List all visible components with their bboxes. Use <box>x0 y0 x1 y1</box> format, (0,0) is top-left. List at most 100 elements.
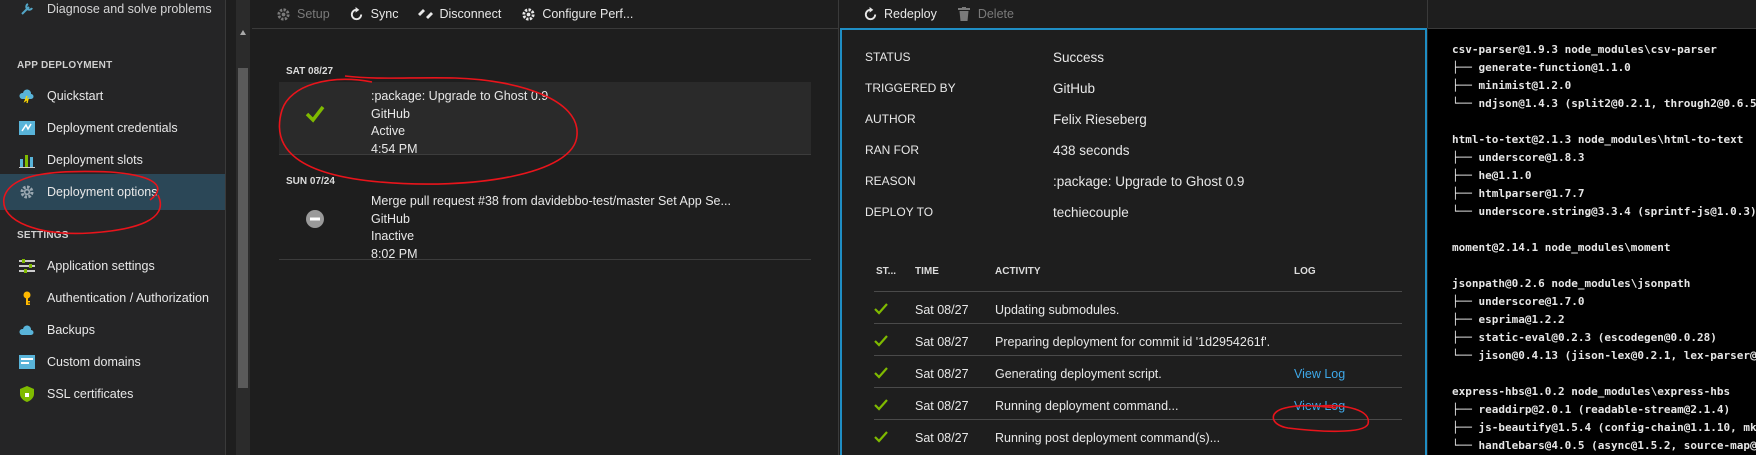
log-line: jsonpath@0.2.6 node_modules\jsonpath <box>1452 277 1691 290</box>
sidebar-item-label: Quickstart <box>47 89 104 103</box>
activity-time: Sat 08/27 <box>915 431 969 445</box>
deployments-toolbar: Setup Sync Disconnect Configure Perf... <box>275 0 652 28</box>
key-icon <box>17 288 37 308</box>
sidebar-item-label: Deployment options <box>47 185 158 199</box>
date-group-header: SAT 08/27 <box>286 66 334 77</box>
redeploy-icon <box>862 6 878 22</box>
activity-text: Preparing deployment for commit id '1d29… <box>995 335 1271 349</box>
shield-icon <box>17 384 37 404</box>
sidebar-item-authentication[interactable]: Authentication / Authorization <box>0 280 225 316</box>
sidebar-item-deployment-credentials[interactable]: Deployment credentials <box>0 110 225 146</box>
triggered-by-value: GitHub <box>1053 81 1096 96</box>
column-header-status[interactable]: ST... <box>876 266 896 277</box>
gear-icon <box>17 182 37 202</box>
setup-button[interactable]: Setup <box>275 6 330 22</box>
credentials-icon <box>17 118 37 138</box>
activity-row: Sat 08/27 Generating deployment script. … <box>874 355 1402 391</box>
backup-cloud-icon <box>17 320 37 340</box>
activity-text: Running post deployment command(s)... <box>995 431 1221 445</box>
reason-value: :package: Upgrade to Ghost 0.9 <box>1053 174 1245 189</box>
disconnect-button[interactable]: Disconnect <box>417 6 501 22</box>
column-header-log[interactable]: LOG <box>1294 266 1316 277</box>
date-group-header: SUN 07/24 <box>286 176 335 187</box>
sidebar-item-label: Authentication / Authorization <box>47 291 209 305</box>
ran-for-value: 438 seconds <box>1053 143 1130 158</box>
view-log-link[interactable]: View Log <box>1294 367 1345 381</box>
log-line: ├── js-beautify@1.5.4 (config-chain@1.1.… <box>1452 421 1756 434</box>
reason-label: REASON <box>865 174 916 188</box>
wrench-icon <box>17 0 37 19</box>
author-label: AUTHOR <box>865 112 916 126</box>
log-line: csv-parser@1.9.3 node_modules\csv-parser <box>1452 43 1717 56</box>
sidebar-item-label: Deployment credentials <box>47 121 178 135</box>
sync-button[interactable]: Sync <box>349 6 398 22</box>
deployment-state: Inactive <box>371 229 415 243</box>
sidebar-item-deployment-options[interactable]: Deployment options <box>0 174 225 210</box>
log-line: ├── static-eval@0.2.3 (escodegen@0.0.28) <box>1452 331 1717 344</box>
settings-list-icon <box>17 256 37 276</box>
deployment-time: 4:54 PM <box>371 141 418 156</box>
log-line: express-hbs@1.0.2 node_modules\express-h… <box>1452 385 1731 398</box>
activity-text: Running deployment command... <box>995 399 1179 413</box>
sync-icon <box>349 6 365 22</box>
sidebar-item-quickstart[interactable]: Quickstart <box>0 78 225 114</box>
deployment-item-inactive[interactable]: Merge pull request #38 from davidebbo-te… <box>279 187 811 261</box>
deployment-source: GitHub <box>371 106 410 121</box>
sidebar-item-label: Custom domains <box>47 355 141 369</box>
configure-performance-button[interactable]: Configure Perf... <box>520 6 633 22</box>
deployment-title: Merge pull request #38 from davidebbo-te… <box>371 194 731 208</box>
slots-icon <box>17 150 37 170</box>
log-line: ├── minimist@1.2.0 <box>1452 79 1572 92</box>
log-line: ├── readdirp@2.0.1 (readable-stream@2.1.… <box>1452 403 1731 416</box>
scroll-up-arrow-icon[interactable] <box>240 30 246 35</box>
activity-row: Sat 08/27 Updating submodules. <box>874 291 1402 327</box>
disconnect-icon <box>417 6 434 22</box>
log-line: ├── underscore@1.7.0 <box>1452 295 1585 308</box>
sidebar-item-deployment-slots[interactable]: Deployment slots <box>0 142 225 178</box>
panel-divider <box>838 0 839 455</box>
status-value: Success <box>1053 50 1105 65</box>
redeploy-button[interactable]: Redeploy <box>862 6 937 22</box>
log-line: ├── htmlparser@1.7.7 <box>1452 187 1585 200</box>
activity-time: Sat 08/27 <box>915 399 969 413</box>
log-line: ├── he@1.1.0 <box>1452 169 1532 182</box>
log-line: ├── generate-function@1.1.0 <box>1452 61 1631 74</box>
deploy-to-label: DEPLOY TO <box>865 205 934 219</box>
checkmark-icon <box>874 431 894 445</box>
checkmark-icon <box>874 399 894 413</box>
sidebar-item-ssl-certificates[interactable]: SSL certificates <box>0 376 225 412</box>
activity-time: Sat 08/27 <box>915 335 969 349</box>
deployment-title: :package: Upgrade to Ghost 0.9 <box>371 89 549 103</box>
sidebar-item-backups[interactable]: Backups <box>0 312 225 348</box>
log-line: moment@2.14.1 node_modules\moment <box>1452 241 1671 254</box>
column-header-time[interactable]: TIME <box>915 266 939 277</box>
sidebar-scrollbar[interactable] <box>236 0 250 455</box>
sidebar-item-custom-domains[interactable]: Custom domains <box>0 344 225 380</box>
delete-button[interactable]: Delete <box>956 6 1014 22</box>
log-output-panel: csv-parser@1.9.3 node_modules\csv-parser… <box>1428 28 1756 455</box>
section-app-deployment: APP DEPLOYMENT <box>17 60 113 71</box>
activity-time: Sat 08/27 <box>915 303 969 317</box>
log-line: html-to-text@2.1.3 node_modules\html-to-… <box>1452 133 1744 146</box>
activity-text: Updating submodules. <box>995 303 1120 317</box>
sidebar-item-label: SSL certificates <box>47 387 134 401</box>
sidebar-scrollbar-thumb[interactable] <box>238 68 248 388</box>
sidebar-item-label: Application settings <box>47 259 155 273</box>
sidebar-item-application-settings[interactable]: Application settings <box>0 248 225 284</box>
inactive-circle-icon <box>303 207 327 231</box>
domains-icon <box>17 352 37 372</box>
author-value: Felix Rieseberg <box>1053 112 1147 127</box>
deployment-list: SAT 08/27 :package: Upgrade to Ghost 0.9… <box>252 28 838 455</box>
column-header-activity[interactable]: ACTIVITY <box>995 266 1041 277</box>
activity-time: Sat 08/27 <box>915 367 969 381</box>
sidebar-item-diagnose[interactable]: Diagnose and solve problems <box>0 0 225 26</box>
deployment-item-active[interactable]: :package: Upgrade to Ghost 0.9 GitHub Ac… <box>279 82 811 156</box>
details-toolbar: Redeploy Delete <box>862 0 1033 28</box>
view-log-link[interactable]: View Log <box>1294 399 1345 413</box>
sidebar-item-label: Diagnose and solve problems <box>47 2 212 16</box>
log-line: └── underscore.string@3.3.4 (sprintf-js@… <box>1452 205 1756 218</box>
cloud-bolt-icon <box>17 86 37 106</box>
log-line: └── handlebars@4.0.5 (async@1.5.2, sourc… <box>1452 439 1756 452</box>
checkmark-icon <box>874 303 894 317</box>
deployment-source: GitHub <box>371 211 410 226</box>
